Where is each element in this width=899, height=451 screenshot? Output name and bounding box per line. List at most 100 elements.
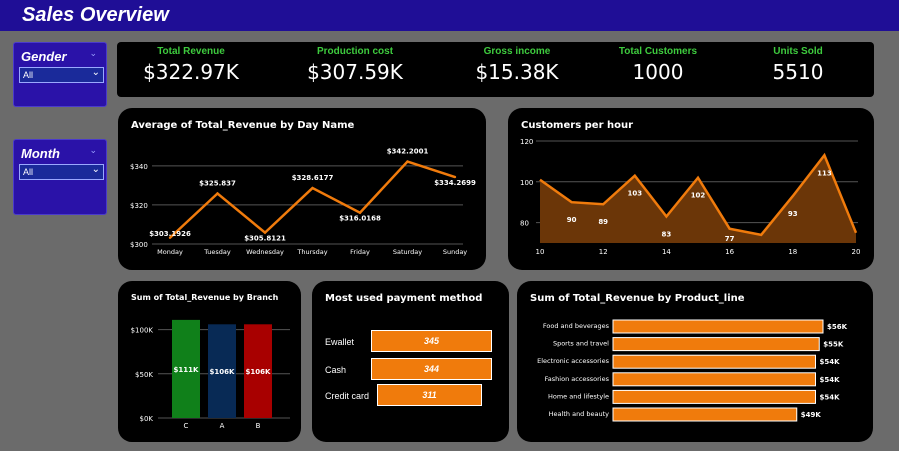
y-tick-label: 120 bbox=[520, 138, 533, 146]
y-tick-label: $320 bbox=[130, 202, 148, 210]
data-label: $56K bbox=[827, 323, 848, 331]
bar bbox=[612, 337, 820, 352]
chart-title: Most used payment method bbox=[325, 293, 483, 304]
customers-per-hour-chart: 80 100 120 90 89 103 83 102 77 93 113 10 12 14 16 18 20 bbox=[520, 138, 860, 256]
page-title: Sales Overview bbox=[22, 4, 169, 26]
y-tick-label: 100 bbox=[520, 179, 533, 187]
y-tick-label: 80 bbox=[520, 220, 529, 228]
gender-dropdown-value: All bbox=[23, 70, 34, 80]
revenue-by-day-card: Average of Total_Revenue by Day Name $30… bbox=[118, 108, 486, 270]
bar bbox=[612, 389, 816, 404]
data-label: $316.0168 bbox=[339, 215, 381, 223]
category-label: Food and beverages bbox=[543, 322, 610, 330]
data-label: $334.2699 bbox=[434, 179, 476, 187]
data-label: 113 bbox=[817, 169, 832, 177]
x-tick-label: 10 bbox=[536, 248, 545, 256]
data-label: $305.8121 bbox=[244, 235, 286, 243]
kpi-total-revenue: Total Revenue $322.97K bbox=[131, 46, 251, 84]
y-tick-label: $300 bbox=[130, 241, 148, 249]
month-dropdown-value: All bbox=[23, 167, 34, 177]
month-dropdown[interactable]: All ⌄ bbox=[19, 164, 104, 180]
dropdown-arrow-icon: ⌄ bbox=[91, 164, 100, 175]
x-tick-label: Sunday bbox=[443, 248, 467, 256]
data-label: $106K bbox=[246, 368, 271, 376]
y-tick-label: $340 bbox=[130, 163, 148, 171]
data-point bbox=[358, 211, 362, 214]
data-point bbox=[311, 186, 314, 190]
kpi-value: $307.59K bbox=[307, 60, 403, 84]
category-label: Health and beauty bbox=[549, 410, 609, 418]
data-label: $303.1926 bbox=[149, 230, 191, 238]
x-tick-label: Friday bbox=[350, 248, 370, 256]
x-tick-label: Wednesday bbox=[246, 248, 284, 256]
bar bbox=[612, 354, 816, 369]
data-label: 83 bbox=[662, 230, 672, 238]
data-label: 77 bbox=[725, 235, 735, 243]
month-slicer-title: Month bbox=[21, 146, 60, 161]
kpi-units-sold: Units Sold 5510 bbox=[738, 46, 858, 84]
payment-method-card: Most used payment method Ewallet 345 Cash 3… bbox=[312, 281, 509, 442]
x-tick-label: 16 bbox=[725, 248, 734, 256]
revenue-by-branch-chart: $0K $50K $100K $111K C $106K A $106K B bbox=[131, 319, 290, 430]
y-tick-label: $100K bbox=[131, 327, 154, 335]
x-tick-label: 12 bbox=[599, 248, 608, 256]
bar bbox=[612, 372, 816, 387]
revenue-by-branch-card: Sum of Total_Revenue by Branch $0K $50K $1… bbox=[118, 281, 301, 442]
category-label: Fashion accessories bbox=[545, 375, 610, 383]
data-label: $54K bbox=[820, 358, 841, 366]
x-tick-label: Thursday bbox=[296, 248, 327, 256]
data-point bbox=[216, 192, 219, 195]
x-tick-label: B bbox=[256, 422, 261, 430]
kpi-gross-income: Gross income $15.38K bbox=[457, 46, 577, 84]
payment-bar: 345 bbox=[371, 330, 492, 352]
chevron-down-icon[interactable]: ⌄ bbox=[89, 48, 97, 59]
data-point bbox=[263, 231, 267, 234]
series-line bbox=[169, 160, 456, 239]
x-tick-label: C bbox=[184, 422, 189, 430]
data-label: 103 bbox=[627, 190, 642, 198]
category-label: Electronic accessories bbox=[537, 357, 609, 365]
data-label: 93 bbox=[788, 210, 798, 218]
kpi-card: Total Revenue $322.97K Production cost $… bbox=[117, 42, 874, 97]
kpi-value: $15.38K bbox=[475, 60, 559, 84]
x-tick-label: 18 bbox=[788, 248, 797, 256]
kpi-label: Gross income bbox=[483, 46, 551, 57]
payment-label: Ewallet bbox=[325, 337, 355, 347]
revenue-by-product-card: Sum of Total_Revenue by Product_line Foo… bbox=[517, 281, 873, 442]
payment-label: Cash bbox=[325, 365, 347, 375]
y-tick-label: $0K bbox=[140, 415, 154, 423]
payment-bar: 311 bbox=[377, 384, 482, 406]
gender-slicer-title: Gender bbox=[21, 49, 67, 64]
bar bbox=[612, 319, 824, 334]
data-label: $54K bbox=[820, 393, 841, 401]
chevron-down-icon[interactable]: ⌄ bbox=[89, 145, 97, 156]
kpi-label: Production cost bbox=[316, 46, 394, 57]
category-label: Home and lifestyle bbox=[548, 392, 609, 400]
kpi-label: Total Customers bbox=[618, 46, 698, 57]
payment-bar: 344 bbox=[371, 358, 492, 380]
kpi-value: 1000 bbox=[632, 60, 684, 84]
kpi-total-customers: Total Customers 1000 bbox=[598, 46, 718, 84]
kpi-label: Units Sold bbox=[773, 46, 823, 57]
x-tick-label: Saturday bbox=[393, 248, 422, 256]
data-label: 102 bbox=[691, 192, 706, 200]
dropdown-arrow-icon: ⌄ bbox=[91, 67, 100, 78]
x-tick-label: Tuesday bbox=[203, 248, 231, 256]
data-label: 89 bbox=[598, 218, 608, 226]
x-tick-label: Monday bbox=[157, 248, 183, 256]
gender-slicer: Gender ⌄ All ⌄ bbox=[13, 42, 107, 107]
x-tick-label: A bbox=[220, 422, 225, 430]
payment-label: Credit card bbox=[325, 391, 370, 401]
revenue-by-day-chart: $300 $320 $340 $303.1926 Monday $325.837 Tuesd… bbox=[130, 148, 476, 256]
data-label: 90 bbox=[567, 216, 577, 224]
data-label: $328.6177 bbox=[292, 174, 334, 182]
data-label: $106K bbox=[210, 368, 235, 376]
gender-dropdown[interactable]: All ⌄ bbox=[19, 67, 104, 83]
data-label: $49K bbox=[801, 411, 822, 419]
revenue-by-product-chart: Food and beverages $56K Sports and travel $… bbox=[537, 319, 848, 422]
data-point bbox=[453, 175, 457, 179]
x-tick-label: 14 bbox=[662, 248, 671, 256]
category-label: Sports and travel bbox=[553, 340, 609, 348]
month-slicer: Month ⌄ All ⌄ bbox=[13, 139, 107, 215]
kpi-production-cost: Production cost $307.59K bbox=[295, 46, 415, 84]
